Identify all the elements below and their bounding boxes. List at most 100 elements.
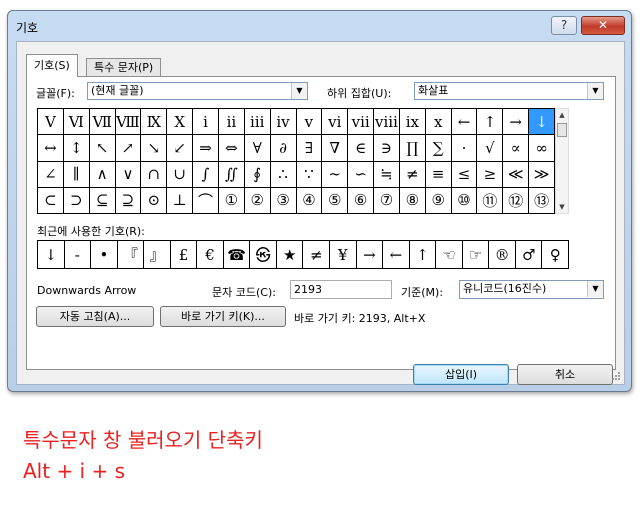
symbol-cell[interactable]: ∪ xyxy=(167,161,194,188)
symbol-cell[interactable]: ⅱ xyxy=(218,109,245,136)
symbol-cell[interactable]: ∬ xyxy=(218,161,245,188)
symbol-cell[interactable]: ∵ xyxy=(296,161,323,188)
symbol-cell[interactable]: ⊃ xyxy=(63,187,90,214)
close-button[interactable]: ✕ xyxy=(581,16,625,35)
symbol-cell[interactable]: ∇ xyxy=(322,135,349,162)
symbol-cell[interactable]: ⑤ xyxy=(322,187,349,214)
symbol-cell[interactable]: ↘ xyxy=(141,135,168,162)
symbol-cell[interactable]: ⇔ xyxy=(218,135,245,162)
symbol-cell[interactable]: ⅴ xyxy=(296,109,323,136)
symbol-grid-scrollbar[interactable]: ▲ ▼ xyxy=(555,108,569,214)
symbol-cell[interactable]: ↖ xyxy=(89,135,116,162)
symbol-cell[interactable]: ⑧ xyxy=(399,187,426,214)
symbol-cell[interactable]: Ⅹ xyxy=(167,109,194,136)
symbol-cell[interactable]: ∏ xyxy=(399,135,426,162)
symbol-cell[interactable]: ≥ xyxy=(477,161,504,188)
from-select[interactable]: 유니코드(16진수) ▼ xyxy=(459,280,604,299)
help-button[interactable]: ? xyxy=(551,16,577,35)
recent-symbol-cell[interactable]: ↑ xyxy=(409,241,437,269)
symbol-cell[interactable]: Ⅵ xyxy=(63,109,90,136)
symbol-cell[interactable]: ⑩ xyxy=(451,187,478,214)
symbol-cell[interactable]: ∞ xyxy=(529,135,555,162)
symbol-cell[interactable]: ⊙ xyxy=(141,187,168,214)
symbol-cell[interactable]: ⅸ xyxy=(399,109,426,136)
symbol-cell[interactable]: ⑪ xyxy=(477,187,504,214)
symbol-cell[interactable]: ↔ xyxy=(38,135,64,162)
symbol-cell[interactable]: ③ xyxy=(270,187,297,214)
recent-symbol-cell[interactable]: ☎ xyxy=(223,241,251,269)
symbol-cell[interactable]: ∂ xyxy=(270,135,297,162)
recent-symbol-cell[interactable]: ← xyxy=(383,241,410,269)
symbol-cell[interactable]: ⅲ xyxy=(244,109,271,136)
symbol-cell[interactable]: ② xyxy=(244,187,271,214)
recent-symbol-cell[interactable]: ☞ xyxy=(462,241,490,269)
recent-symbol-cell[interactable]: ↓ xyxy=(38,241,65,269)
symbol-cell[interactable]: ↕ xyxy=(63,135,90,162)
symbol-cell[interactable]: ④ xyxy=(296,187,323,214)
symbol-cell[interactable]: ⅵ xyxy=(322,109,349,136)
recent-symbol-cell[interactable]: ♀ xyxy=(542,241,569,269)
recent-symbol-cell[interactable]: ♂ xyxy=(515,241,543,269)
symbol-cell[interactable]: ≫ xyxy=(529,161,555,188)
shortcut-key-button[interactable]: 바로 가기 키(K)... xyxy=(160,306,286,327)
symbol-cell[interactable]: ↑ xyxy=(477,109,504,136)
symbol-cell[interactable]: Ⅴ xyxy=(38,109,64,136)
symbol-cell[interactable]: ∈ xyxy=(348,135,375,162)
resize-grip-icon[interactable] xyxy=(611,371,621,381)
symbol-cell[interactable]: ↙ xyxy=(167,135,194,162)
symbol-cell[interactable]: ≤ xyxy=(451,161,478,188)
recent-symbol-cell[interactable]: ≠ xyxy=(303,241,331,269)
symbol-cell[interactable]: ⅹ xyxy=(425,109,452,136)
symbol-cell[interactable]: · xyxy=(451,135,478,162)
symbol-cell[interactable]: ⌒ xyxy=(193,187,219,214)
symbol-cell[interactable]: ⅳ xyxy=(270,109,297,136)
recent-symbol-cell[interactable]: ® xyxy=(489,241,516,269)
recent-symbol-cell[interactable]: - xyxy=(64,241,92,269)
tab-special-characters[interactable]: 특수 문자(P) xyxy=(86,58,162,77)
symbol-cell[interactable]: ∠ xyxy=(38,161,64,188)
symbol-cell[interactable]: ↗ xyxy=(115,135,142,162)
symbol-cell[interactable]: ∧ xyxy=(89,161,116,188)
symbol-cell[interactable]: ∽ xyxy=(348,161,375,188)
recent-symbol-cell[interactable]: 』 xyxy=(144,241,171,269)
scroll-up-icon[interactable]: ▲ xyxy=(556,109,568,121)
symbol-cell[interactable]: ⑦ xyxy=(374,187,400,214)
recent-symbol-cell[interactable]: ★ xyxy=(276,241,304,269)
recent-symbol-cell[interactable]: ☜ xyxy=(436,241,463,269)
recent-symbol-cell[interactable]: ¥ xyxy=(330,241,357,269)
symbol-cell[interactable]: ≡ xyxy=(425,161,452,188)
symbol-cell[interactable]: ① xyxy=(218,187,245,214)
symbol-cell[interactable]: ≒ xyxy=(374,161,400,188)
symbol-cell[interactable]: ⊥ xyxy=(167,187,194,214)
symbol-cell[interactable]: ∴ xyxy=(270,161,297,188)
symbol-cell[interactable]: Ⅸ xyxy=(141,109,168,136)
symbol-cell[interactable]: Ⅷ xyxy=(115,109,142,136)
symbol-cell[interactable]: ⑬ xyxy=(529,187,555,214)
symbol-cell[interactable]: ∋ xyxy=(374,135,400,162)
symbol-cell[interactable]: ≪ xyxy=(503,161,530,188)
symbol-cell[interactable]: ⊇ xyxy=(115,187,142,214)
recent-symbol-cell[interactable]: → xyxy=(356,241,384,269)
symbol-cell[interactable]: ∫ xyxy=(193,161,219,188)
symbol-cell[interactable]: ∀ xyxy=(244,135,271,162)
symbol-cell[interactable]: ⊆ xyxy=(89,187,116,214)
symbol-cell[interactable]: ⑨ xyxy=(425,187,452,214)
symbol-cell[interactable]: ∃ xyxy=(296,135,323,162)
symbol-cell[interactable]: ⊂ xyxy=(38,187,64,214)
scroll-down-icon[interactable]: ▼ xyxy=(556,201,568,213)
recent-symbol-cell[interactable]: € xyxy=(197,241,224,269)
scroll-thumb[interactable] xyxy=(557,123,567,137)
symbol-cell[interactable]: ⅰ xyxy=(193,109,219,136)
symbol-cell[interactable]: ∝ xyxy=(503,135,530,162)
recent-symbol-cell[interactable]: 『 xyxy=(117,241,145,269)
font-select[interactable]: (현재 글꼴) ▼ xyxy=(87,82,308,100)
title-bar[interactable]: 기호 ? ✕ xyxy=(8,11,631,41)
autocorrect-button[interactable]: 자동 고침(A)... xyxy=(36,306,154,327)
recent-symbol-cell[interactable]: ㉿ xyxy=(250,241,277,269)
symbol-cell[interactable]: ⅷ xyxy=(374,109,400,136)
symbol-cell[interactable]: √ xyxy=(477,135,504,162)
symbol-cell[interactable]: ∩ xyxy=(141,161,168,188)
cancel-button[interactable]: 취소 xyxy=(517,364,613,385)
recent-symbol-cell[interactable]: £ xyxy=(170,241,198,269)
symbol-cell[interactable]: Ⅶ xyxy=(89,109,116,136)
